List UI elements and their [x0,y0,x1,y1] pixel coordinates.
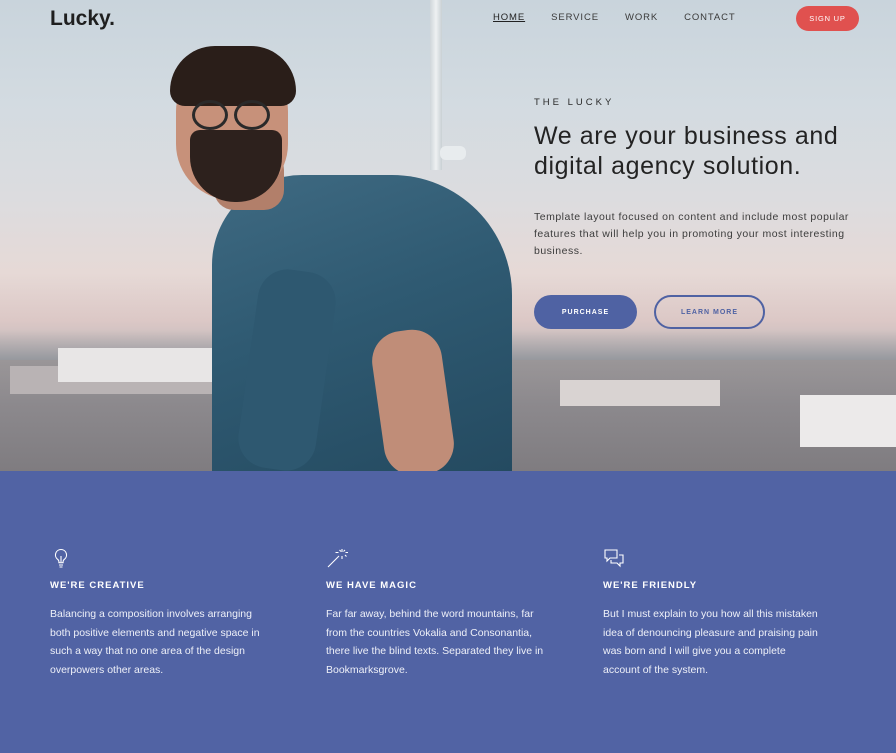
nav-home[interactable]: HOME [493,12,525,25]
hero-headline: We are your business and digital agency … [534,122,839,180]
hero-lead: Template layout focused on content and i… [534,211,849,257]
site-logo[interactable]: Lucky. [50,7,115,31]
purchase-button[interactable]: PURCHASE [534,295,637,329]
feature-title: WE HAVE MAGIC [326,580,417,591]
main-nav: HOME SERVICE WORK CONTACT [493,12,762,25]
feature-text: Balancing a composition involves arrangi… [50,608,260,676]
hero-photo-person [140,40,540,471]
magic-wand-icon [327,549,348,568]
nav-work[interactable]: WORK [625,12,658,25]
hair [170,46,296,106]
feature-card: WE HAVE MAGIC Far far away, behind the w… [326,547,566,679]
feature-card: WE'RE FRIENDLY But I must explain to you… [603,547,843,679]
nav-service[interactable]: SERVICE [551,12,599,25]
feature-title: WE'RE CREATIVE [50,580,145,591]
feature-card: WE'RE CREATIVE Balancing a composition i… [50,547,290,679]
learn-more-button[interactable]: LEARN MORE [654,295,765,329]
hero-section: Lucky. HOME SERVICE WORK CONTACT SIGN UP… [0,0,896,471]
signup-button[interactable]: SIGN UP [796,6,859,31]
hero-copy: THE LUCKY We are your business and digit… [534,97,874,260]
hero-eyebrow: THE LUCKY [534,97,615,108]
lightbulb-icon [54,548,68,568]
background-building [560,380,720,406]
feature-text: But I must explain to you how all this m… [603,608,818,676]
nav-contact[interactable]: CONTACT [684,12,736,25]
glasses [192,100,278,130]
feature-title: WE'RE FRIENDLY [603,580,698,591]
features-section: WE'RE CREATIVE Balancing a composition i… [0,471,896,753]
background-building [800,395,896,447]
feature-text: Far far away, behind the word mountains,… [326,608,544,676]
chat-bubbles-icon [604,549,624,568]
